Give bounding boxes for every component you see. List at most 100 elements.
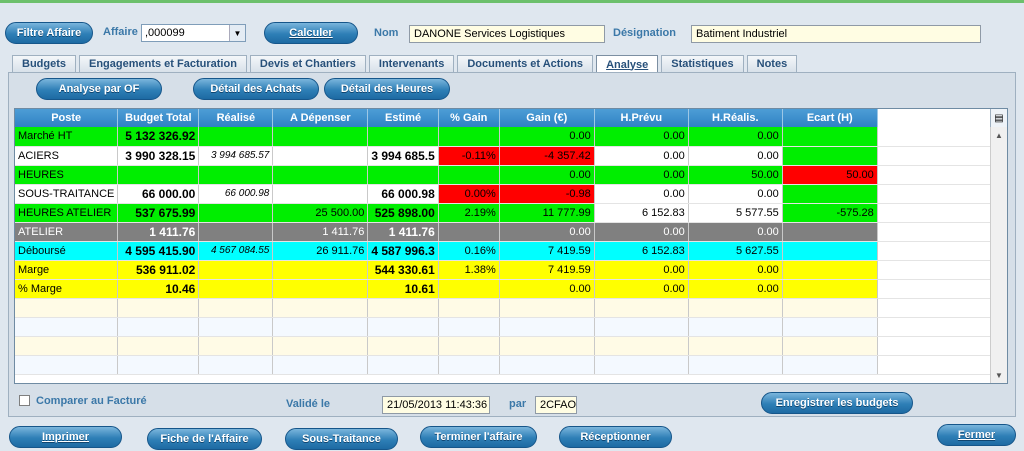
table-cell: % Marge	[15, 279, 119, 299]
col-header-h-realis[interactable]: H.Réalis.	[688, 109, 783, 127]
table-row[interactable]: ATELIER 1 411.76 1 411.76 1 411.76 0.00 0.00 0…	[15, 222, 997, 242]
table-cell: 11 777.99	[499, 203, 595, 223]
terminer-affaire-button[interactable]: Terminer l'affaire	[420, 426, 537, 448]
table-cell	[198, 203, 274, 223]
nom-field[interactable]: DANONE Services Logistiques	[409, 25, 605, 43]
imprimer-button[interactable]: Imprimer	[9, 426, 122, 448]
table-row[interactable]: HEURES ATELIER 537 675.99 25 500.00 525 898…	[15, 203, 997, 223]
table-row[interactable]: HEURES 0.00 0.00 50.00 50.00	[15, 165, 997, 185]
empty-cell	[782, 336, 878, 356]
col-header-estime[interactable]: Estimé	[367, 109, 439, 127]
empty-cell	[688, 355, 783, 375]
table-row[interactable]: Déboursé 4 595 415.90 4 567 084.55 26 911.7…	[15, 241, 997, 261]
table-cell: 0.00	[499, 127, 595, 147]
table-cell: 0.00	[594, 184, 689, 204]
table-cell	[198, 127, 274, 147]
col-header-gain[interactable]: Gain (€)	[499, 109, 595, 127]
filtre-affaire-button[interactable]: Filtre Affaire	[5, 22, 93, 44]
col-header-budget-total[interactable]: Budget Total	[117, 109, 200, 127]
col-header-ecart[interactable]: Ecart (H)	[782, 109, 878, 127]
table-filler-cell	[877, 241, 997, 261]
table-cell: 66 000.98	[198, 184, 274, 204]
empty-cell	[688, 298, 783, 318]
grid-menu-icon[interactable]: ▤	[990, 109, 1007, 127]
empty-cell	[117, 298, 200, 318]
table-cell: 50.00	[688, 165, 783, 185]
tab-devis[interactable]: Devis et Chantiers	[249, 55, 366, 72]
table-cell: 0.00	[499, 165, 595, 185]
affaire-combo[interactable]: ,000099 ▼	[141, 24, 246, 42]
table-filler-cell	[877, 184, 997, 204]
table-row[interactable]: SOUS-TRAITANCE 66 000.00 66 000.98 66 000.9…	[15, 184, 997, 204]
table-cell	[198, 260, 274, 280]
par-field[interactable]: 2CFAO	[535, 396, 577, 414]
table-cell	[438, 165, 500, 185]
tab-notes[interactable]: Notes	[746, 55, 798, 72]
empty-cell	[438, 355, 500, 375]
col-header-pct-gain[interactable]: % Gain	[438, 109, 500, 127]
table-cell	[198, 165, 274, 185]
col-header-a-depenser[interactable]: A Dépenser	[272, 109, 369, 127]
table-cell	[782, 222, 878, 242]
tab-documents[interactable]: Documents et Actions	[457, 55, 594, 72]
table-row[interactable]: % Marge 10.46 10.61 0.00 0.00 0.00	[15, 279, 997, 299]
empty-cell	[594, 336, 689, 356]
table-row[interactable]: Marge 536 911.02 544 330.61 1.38% 7 419.59 0.…	[15, 260, 997, 280]
detail-achats-button[interactable]: Détail des Achats	[193, 78, 319, 100]
empty-cell	[198, 317, 274, 337]
fiche-affaire-button[interactable]: Fiche de l'Affaire	[147, 428, 262, 450]
table-cell: SOUS-TRAITANCE	[15, 184, 119, 204]
col-header-realise[interactable]: Réalisé	[198, 109, 274, 127]
affaire-combo-value: ,000099	[145, 27, 185, 39]
table-filler-cell	[877, 165, 997, 185]
table-cell: Marché HT	[15, 127, 119, 147]
receptionner-button[interactable]: Réceptionner	[559, 426, 672, 448]
table-cell	[367, 127, 439, 147]
enregistrer-budgets-button[interactable]: Enregistrer les budgets	[761, 392, 913, 414]
tab-engagements[interactable]: Engagements et Facturation	[79, 55, 247, 72]
table-cell: 3 994 685.57	[198, 146, 274, 166]
calculer-button[interactable]: Calculer	[264, 22, 358, 44]
empty-cell	[367, 298, 439, 318]
col-header-poste[interactable]: Poste	[15, 109, 119, 127]
designation-field[interactable]: Batiment Industriel	[691, 25, 981, 43]
chevron-down-icon[interactable]: ▼	[229, 25, 245, 41]
table-cell: 6 152.83	[594, 203, 689, 223]
table-filler-cell	[877, 279, 997, 299]
empty-cell	[499, 298, 595, 318]
table-cell: 1 411.76	[117, 222, 200, 242]
empty-cell	[272, 298, 369, 318]
table-cell	[438, 279, 500, 299]
empty-table-row	[15, 355, 997, 375]
detail-heures-button[interactable]: Détail des Heures	[324, 78, 450, 100]
empty-cell	[594, 317, 689, 337]
tab-analyse[interactable]: Analyse	[596, 55, 659, 73]
analysis-grid[interactable]: Poste Budget Total Réalisé A Dépenser Es…	[14, 108, 1008, 384]
scroll-up-icon[interactable]: ▲	[991, 127, 1007, 143]
tab-intervenants[interactable]: Intervenants	[368, 55, 455, 72]
grid-scrollbar[interactable]: ▲ ▼	[990, 127, 1007, 383]
empty-cell	[198, 298, 274, 318]
empty-cell	[782, 355, 878, 375]
empty-cell	[367, 355, 439, 375]
table-row[interactable]: ACIERS 3 990 328.15 3 994 685.57 3 994 685.…	[15, 146, 997, 166]
table-cell: 537 675.99	[117, 203, 200, 223]
table-cell: HEURES ATELIER	[15, 203, 119, 223]
table-cell	[782, 260, 878, 280]
table-cell: 5 132 326.92	[117, 127, 200, 147]
scroll-down-icon[interactable]: ▼	[991, 367, 1007, 383]
tab-budgets[interactable]: Budgets	[12, 55, 76, 72]
table-cell: -0.98	[499, 184, 595, 204]
col-header-h-prevu[interactable]: H.Prévu	[594, 109, 689, 127]
table-cell	[272, 165, 369, 185]
table-row[interactable]: Marché HT 5 132 326.92 0.00 0.00 0.00	[15, 127, 997, 147]
comparer-checkbox[interactable]	[19, 395, 30, 406]
table-cell: 4 567 084.55	[198, 241, 274, 261]
analyse-par-of-button[interactable]: Analyse par OF	[36, 78, 162, 100]
table-cell: 0.16%	[438, 241, 500, 261]
valide-date-field[interactable]: 21/05/2013 11:43:36	[382, 396, 490, 414]
empty-table-row	[15, 317, 997, 337]
tab-statistiques[interactable]: Statistiques	[661, 55, 744, 72]
fermer-button[interactable]: Fermer	[937, 424, 1016, 446]
sous-traitance-button[interactable]: Sous-Traitance	[285, 428, 398, 450]
